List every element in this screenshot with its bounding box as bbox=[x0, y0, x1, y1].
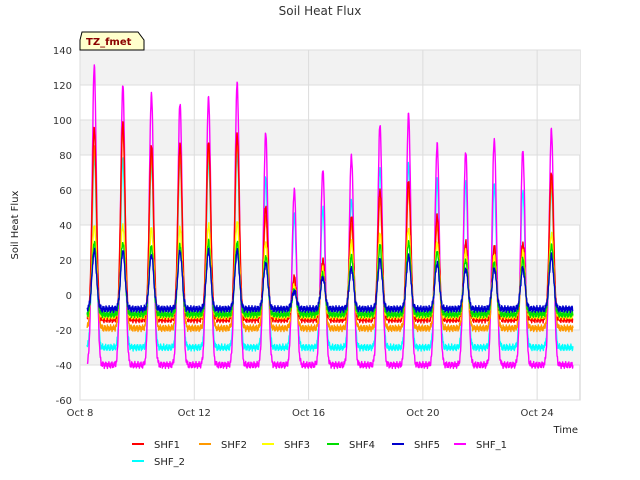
legend-label: SHF1 bbox=[154, 440, 180, 451]
y-tick-label: 80 bbox=[59, 151, 72, 162]
y-tick-label: -20 bbox=[56, 326, 72, 337]
x-axis-label: Time bbox=[553, 425, 578, 436]
y-axis-ticks: -60 -40 -20 0 20 40 60 80 100 120 140 bbox=[53, 46, 72, 407]
soil-heat-flux-chart: -60-40-20020406080100120140 Oct 8 Oct 12 O… bbox=[10, 4, 581, 468]
legend-label: SHF3 bbox=[284, 440, 310, 451]
legend-item-shf5: SHF5 bbox=[392, 440, 440, 451]
y-tick-label: -40 bbox=[56, 361, 72, 372]
legend-item-shf2: SHF2 bbox=[199, 440, 247, 451]
y-tick-label: 40 bbox=[59, 221, 72, 232]
y-tick-label: -60 bbox=[56, 396, 72, 407]
x-axis-ticks: Oct 8 Oct 12 Oct 16 Oct 20 Oct 24 bbox=[67, 408, 554, 419]
y-tick-label: 100 bbox=[53, 116, 72, 127]
legend-item-shf-2: SHF_2 bbox=[132, 457, 185, 468]
x-tick-label: Oct 24 bbox=[521, 408, 554, 419]
y-tick-label: 120 bbox=[53, 81, 72, 92]
legend-item-shf3: SHF3 bbox=[262, 440, 310, 451]
x-tick-label: Oct 16 bbox=[292, 408, 325, 419]
x-tick-label: Oct 8 bbox=[67, 408, 94, 419]
legend-label: SHF4 bbox=[349, 440, 375, 451]
plot-band bbox=[80, 190, 580, 225]
legend: SHF1 SHF2 SHF3 SHF4 SHF5 SHF_1 SHF_2 bbox=[132, 440, 507, 468]
legend-label: SHF_2 bbox=[154, 457, 185, 468]
plot-band bbox=[80, 50, 580, 85]
site-badge: TZ_fmet bbox=[79, 31, 145, 51]
legend-item-shf4: SHF4 bbox=[327, 440, 375, 451]
badge-label: TZ_fmet bbox=[86, 37, 132, 48]
y-tick-label: 60 bbox=[59, 186, 72, 197]
y-tick-label: 140 bbox=[53, 46, 72, 57]
legend-label: SHF_1 bbox=[476, 440, 507, 451]
x-tick-label: Oct 20 bbox=[406, 408, 439, 419]
legend-item-shf-1: SHF_1 bbox=[454, 440, 507, 451]
legend-item-shf1: SHF1 bbox=[132, 440, 180, 451]
chart-title: Soil Heat Flux bbox=[279, 4, 362, 18]
plot-band bbox=[80, 120, 580, 155]
y-tick-label: 0 bbox=[66, 291, 72, 302]
x-tick-label: Oct 12 bbox=[178, 408, 211, 419]
legend-label: SHF5 bbox=[414, 440, 440, 451]
y-axis-label: Soil Heat Flux bbox=[10, 190, 21, 259]
y-tick-label: 20 bbox=[59, 256, 72, 267]
legend-label: SHF2 bbox=[221, 440, 247, 451]
